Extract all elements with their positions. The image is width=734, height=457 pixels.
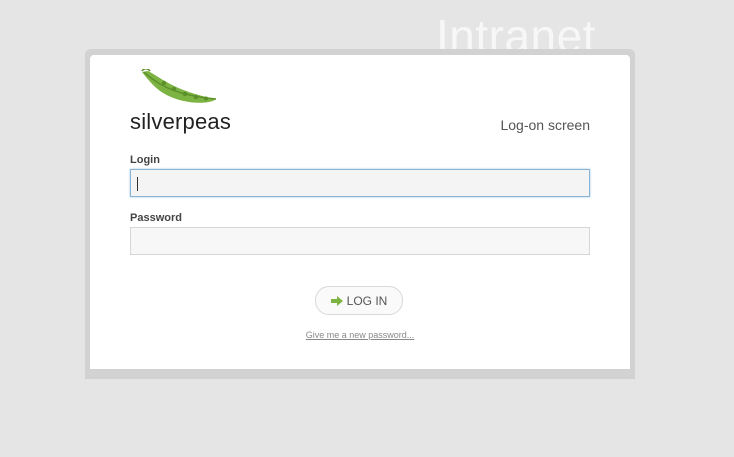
password-input[interactable]: [130, 227, 590, 255]
login-panel: silverpeas Log-on screen Login Password …: [90, 55, 630, 369]
text-caret: [137, 177, 138, 191]
login-input[interactable]: [130, 169, 590, 197]
login-button[interactable]: LOG IN: [315, 286, 403, 315]
pea-pod-icon: [141, 68, 217, 103]
login-label: Login: [130, 154, 160, 166]
silverpeas-logo: silverpeas: [130, 68, 234, 134]
screen-label: Log-on screen: [500, 117, 590, 133]
arrow-right-icon: [330, 295, 343, 306]
forgot-password-link[interactable]: Give me a new password...: [90, 330, 630, 340]
login-button-label: LOG IN: [346, 293, 388, 308]
logo-wordmark: silverpeas: [130, 109, 232, 134]
password-label: Password: [130, 212, 182, 224]
